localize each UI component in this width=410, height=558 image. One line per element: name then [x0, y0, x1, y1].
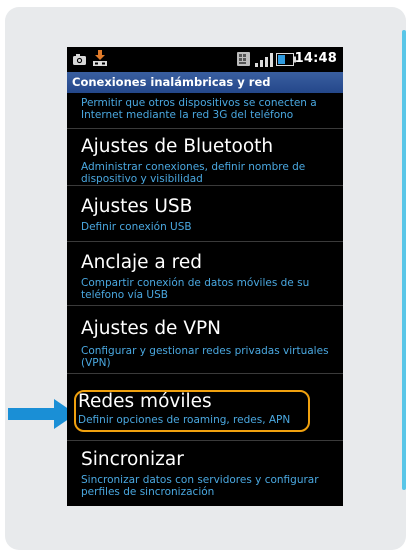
list-item-summary: Compartir conexión de datos móviles de s… [81, 277, 310, 301]
usb-icon [93, 50, 107, 66]
list-item-title: Ajustes de VPN [81, 318, 221, 339]
card-accent-bar [402, 30, 406, 490]
list-item-summary: Administrar conexiones, definir nombre d… [81, 161, 306, 185]
list-item-title: Anclaje a red [81, 252, 202, 273]
list-item-title: Ajustes de Bluetooth [81, 136, 274, 157]
list-item-bluetooth-settings[interactable]: Ajustes de Bluetooth Administrar conexio… [67, 129, 343, 186]
list-item-summary: Sincronizar datos con servidores y confi… [81, 474, 319, 498]
list-item-title: Sincronizar [81, 449, 184, 470]
camera-icon [73, 54, 86, 65]
list-item-tethering-3g[interactable]: Permitir que otros dispositivos se conec… [67, 93, 343, 129]
list-item-summary: Definir conexión USB [81, 221, 192, 233]
list-item-summary: Permitir que otros dispositivos se conec… [81, 97, 317, 121]
highlight-outline [74, 390, 310, 432]
sim-icon [237, 52, 250, 66]
list-item-summary: Configurar y gestionar redes privadas vi… [81, 345, 329, 369]
phone-screen: 14:48 Conexiones inalámbricas y red Perm… [67, 47, 343, 506]
status-clock: 14:48 [294, 51, 337, 66]
battery-icon [276, 53, 296, 66]
signal-icon [255, 53, 273, 67]
list-item-tethering[interactable]: Anclaje a red Compartir conexión de dato… [67, 242, 343, 306]
list-item-vpn-settings[interactable]: Ajustes de VPN Configurar y gestionar re… [67, 306, 343, 374]
screen-title: Conexiones inalámbricas y red [67, 72, 343, 93]
list-item-sync[interactable]: Sincronizar Sincronizar datos con servid… [67, 441, 343, 506]
list-item-usb-settings[interactable]: Ajustes USB Definir conexión USB [67, 186, 343, 242]
status-bar: 14:48 [67, 47, 343, 72]
list-item-title: Ajustes USB [81, 196, 193, 217]
